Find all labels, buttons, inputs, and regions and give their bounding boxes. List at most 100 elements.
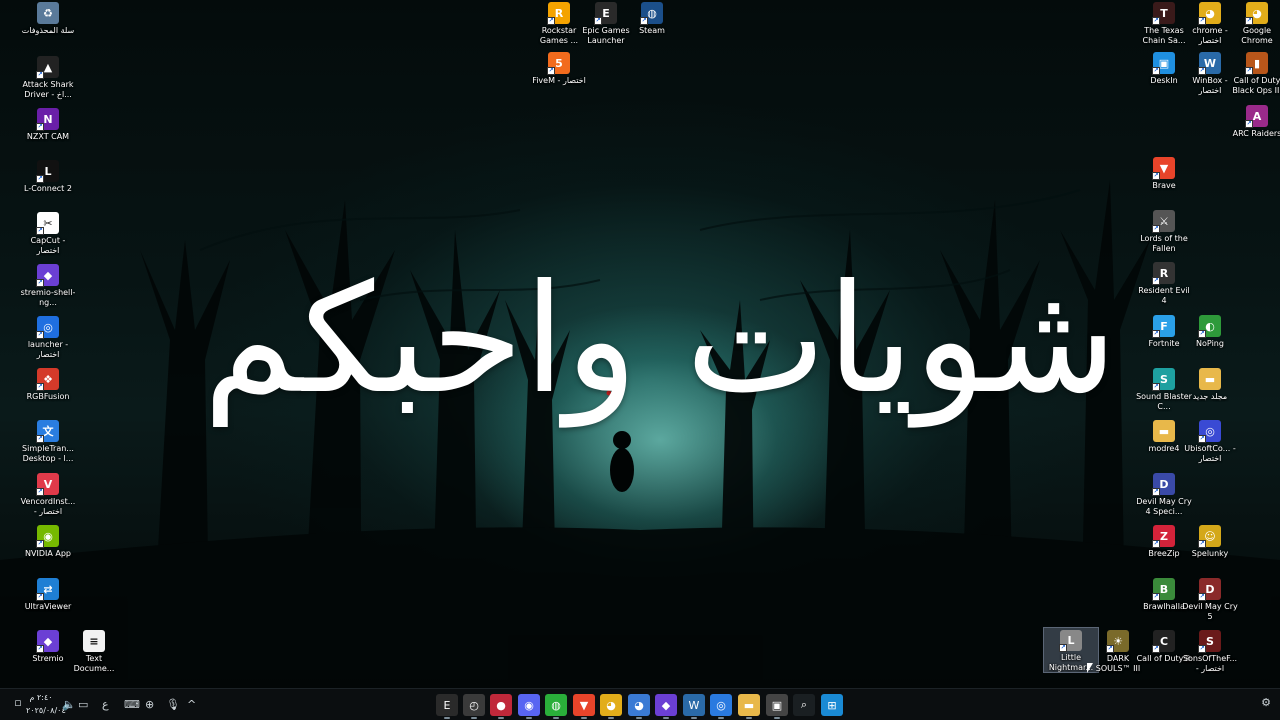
display-icon[interactable]: ▭ <box>78 696 88 714</box>
desktop-shortcut[interactable]: ◆ ↗ stremio-shell-ng... <box>21 262 75 314</box>
desktop-shortcut[interactable]: ▮ ↗ Call of Duty Black Ops III <box>1230 50 1280 102</box>
keyboard-icon[interactable]: ⌨ <box>124 696 140 714</box>
desktop-shortcut-label: Text Docume... <box>73 654 115 673</box>
desktop-shortcut[interactable]: ⇄ ↗ UltraViewer <box>21 576 75 628</box>
clock-time: ٢:٤٠ م <box>29 693 53 702</box>
shortcut-arrow-icon: ↗ <box>1152 383 1160 391</box>
running-indicator <box>553 717 559 719</box>
chrome-2-taskbar[interactable]: ◕ <box>628 694 650 719</box>
rgbfusion-icon: ❖ ↗ <box>36 368 59 391</box>
shortcut-arrow-icon: ↗ <box>1152 593 1160 601</box>
speaker-icon[interactable]: 🔈 <box>62 696 76 714</box>
fivem-icon: 5 ↗ <box>547 52 570 75</box>
attack-shark-icon: ▲ ↗ <box>36 56 59 79</box>
shortcut-arrow-icon: ↗ <box>1106 645 1114 653</box>
desktop-shortcut[interactable]: ◐ ↗ NoPing <box>1183 313 1237 365</box>
stremio-taskbar[interactable]: ◆ <box>655 694 677 719</box>
shortcut-arrow-icon: ↗ <box>547 17 555 25</box>
desktop-shortcut[interactable]: ♻ سلة المحذوفات <box>21 0 75 52</box>
desktop-shortcut[interactable]: ☺ ↗ Spelunky <box>1183 523 1237 575</box>
start-button[interactable]: ⊞ <box>821 694 843 716</box>
discord-taskbar[interactable]: ◉ <box>518 694 540 719</box>
nvidia-icon: ◉ ↗ <box>36 525 59 548</box>
little-nightmares-icon: L ↗ <box>1059 630 1082 652</box>
lords-fallen-icon: ⚔ ↗ <box>1152 210 1175 233</box>
chrome-taskbar[interactable]: ◕ <box>600 694 622 719</box>
dark-souls-icon: ☀ ↗ <box>1106 630 1129 653</box>
shortcut-arrow-icon: ↗ <box>1245 17 1253 25</box>
desktop-shortcut[interactable]: D ↗ Devil May Cry 5 <box>1182 576 1238 628</box>
file-explorer-taskbar[interactable]: ▬ <box>738 694 760 719</box>
desktop-shortcut[interactable]: L ↗ L-Connect 2 <box>21 158 75 210</box>
new-folder-icon: ▬ <box>1199 368 1221 390</box>
desktop-shortcut-label: Devil May Cry 4 Speci... <box>1136 497 1192 516</box>
desktop-shortcut[interactable]: S ↗ SonsOfTheF... - اختصار <box>1183 628 1237 680</box>
desktop-shortcut[interactable]: ◕ ↗ Google Chrome <box>1230 0 1280 52</box>
desktop-shortcut[interactable]: ◎ ↗ launcher - اختصار <box>21 314 75 366</box>
resident-evil-icon: R ↗ <box>1152 262 1175 285</box>
record-app-taskbar[interactable]: ● <box>490 694 512 719</box>
epic-games-taskbar[interactable]: E <box>436 694 458 719</box>
desktop-shortcut[interactable]: ≡ Text Docume... <box>67 628 121 680</box>
arc-raiders-icon: A ↗ <box>1245 105 1268 128</box>
desktop-shortcut-label: launcher - اختصار <box>27 340 69 359</box>
notification-icon[interactable]: ▫ <box>10 695 26 711</box>
show-hidden-icons-chevron[interactable]: ^ <box>187 696 196 714</box>
desktop-shortcut[interactable]: 5 ↗ FiveM - اختصار <box>532 50 586 102</box>
desktop-shortcut[interactable]: ◍ ↗ Steam <box>625 0 679 52</box>
microphone-icon[interactable]: 🎙 <box>166 696 180 714</box>
rockstar-icon: R ↗ <box>547 2 570 25</box>
desktop-shortcut[interactable]: A ↗ ARC Raiders <box>1230 103 1280 155</box>
running-indicator <box>581 717 587 719</box>
shortcut-arrow-icon: ↗ <box>1245 67 1253 75</box>
desktop-shortcut-label: UltraViewer <box>24 602 72 611</box>
language-indicator[interactable]: ع <box>102 696 109 714</box>
settings-icon[interactable]: ⚙ <box>1258 695 1274 711</box>
running-indicator <box>498 717 504 719</box>
brave-taskbar[interactable]: ▼ <box>573 694 595 719</box>
shortcut-arrow-icon: ↗ <box>1198 17 1206 25</box>
desktop-shortcut[interactable]: ▬ مجلد جديد <box>1183 366 1237 418</box>
desktop-shortcut[interactable]: R ↗ Resident Evil 4 <box>1137 260 1191 312</box>
wechat-taskbar[interactable]: ◍ <box>545 694 567 719</box>
desktop-shortcut[interactable]: ▼ ↗ Brave <box>1137 155 1191 207</box>
stremio-shell-icon: ◆ ↗ <box>36 264 59 287</box>
search-taskbar[interactable]: ⌕ <box>793 694 815 716</box>
desktop-shortcut-label: Lords of the Fallen <box>1140 234 1188 253</box>
desktop-shortcut[interactable]: 文 ↗ SimpleTran... Desktop - ا... <box>21 418 75 470</box>
noping-icon: ◐ ↗ <box>1198 315 1221 338</box>
desktop-shortcut-label: CapCut - اختصار <box>30 236 66 255</box>
desktop-shortcut-label: ARC Raiders <box>1232 129 1280 138</box>
desktop-shortcut-label: stremio-shell-ng... <box>20 288 76 307</box>
network-icon[interactable]: ⊕ <box>145 696 154 714</box>
clock-app-taskbar[interactable]: ◴ <box>463 694 485 719</box>
l-connect-icon: L ↗ <box>36 160 59 183</box>
taskbar: ▫ ٢:٤٠ م ٢٠٢٥/٠٨/٠٤ 🔈 ▭ ع ⌨ ⊕ 🎙 ^ E ◴ ● ◉ ◍ ▼ ◕ ◕ ◆ W ◎ ▬… <box>0 688 1280 720</box>
browser-taskbar[interactable]: ◎ <box>710 694 732 719</box>
texas-chainsaw-icon: T ↗ <box>1152 2 1175 25</box>
shortcut-arrow-icon: ↗ <box>1152 540 1160 548</box>
task-view-taskbar[interactable]: ▣ <box>766 694 788 719</box>
taskbar-clock[interactable]: ٢:٤٠ م ٢٠٢٥/٠٨/٠٤ <box>26 691 66 717</box>
desktop-shortcut[interactable]: ⚔ ↗ Lords of the Fallen <box>1137 208 1191 260</box>
desktop-shortcut[interactable]: N ↗ NZXT CAM <box>21 106 75 158</box>
epic-games-icon: E ↗ <box>594 2 617 25</box>
desktop-shortcut-label: Call of Duty Black Ops III <box>1232 76 1280 95</box>
desktop-shortcut[interactable]: ◉ ↗ NVIDIA App <box>21 523 75 575</box>
desktop-shortcut[interactable]: ✂ ↗ CapCut - اختصار <box>21 210 75 262</box>
shortcut-arrow-icon: ↗ <box>1152 277 1160 285</box>
winbox-taskbar[interactable]: W <box>683 694 705 719</box>
shortcut-arrow-icon: ↗ <box>1152 330 1160 338</box>
running-indicator <box>718 717 724 719</box>
desktop-shortcut[interactable]: ❖ ↗ RGBFusion <box>21 366 75 418</box>
desktop-shortcut[interactable]: V ↗ VencordInst... - اختصار <box>21 471 75 523</box>
shortcut-arrow-icon: ↗ <box>1198 645 1206 653</box>
desktop-shortcut-label: NoPing <box>1196 339 1224 348</box>
shortcut-arrow-icon: ↗ <box>640 17 648 25</box>
desktop-shortcut[interactable]: ▲ ↗ Attack Shark Driver - اخ... <box>21 54 75 106</box>
shortcut-arrow-icon: ↗ <box>36 593 44 601</box>
desktop-shortcut[interactable]: D ↗ Devil May Cry 4 Speci... <box>1136 471 1192 523</box>
desktop-shortcut[interactable]: ◎ ↗ UbisoftCo... - اختصار <box>1183 418 1237 470</box>
desktop-shortcut-label: Steam <box>639 26 665 35</box>
shortcut-arrow-icon: ↗ <box>594 17 602 25</box>
